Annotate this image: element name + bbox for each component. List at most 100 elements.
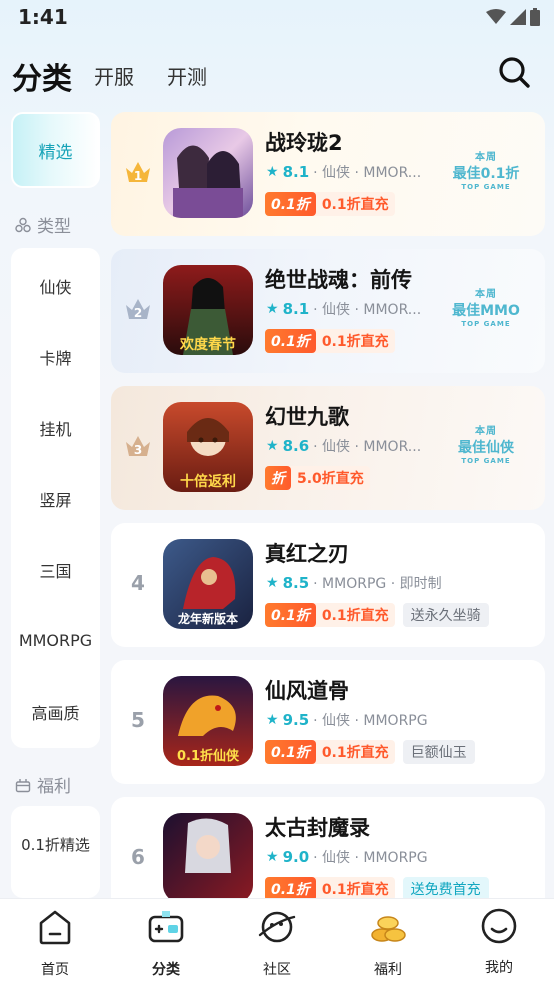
game-icon: 0.1折仙侠 xyxy=(163,676,253,766)
svg-text:0.1折仙侠: 0.1折仙侠 xyxy=(177,748,240,764)
game-card[interactable]: 4 龙年新版本 真红之刃 ★ 8.5 · MMORPG · 即时制 0.1折 0… xyxy=(111,523,545,647)
award-badge: 本周 最佳0.1折 TOP GAME xyxy=(439,148,533,192)
award-line1: 本周 xyxy=(475,426,497,437)
game-card[interactable]: 2 欢度春节 绝世战魂：前传 ★ 8.1 · 仙侠 · MMOR... 0.1折… xyxy=(111,249,545,373)
bonus-tag: 送免费首充 xyxy=(402,877,489,898)
sidebar-item-discount-picks[interactable]: 0.1折精选 xyxy=(11,806,100,882)
nav-profile[interactable]: 我的 xyxy=(464,907,534,977)
nav-community[interactable]: 社区 xyxy=(242,907,312,979)
bonus-tag: 送永久坐骑 xyxy=(402,603,489,627)
discount-badge: 0.1折 0.1折直充 xyxy=(265,329,395,353)
status-icons xyxy=(486,8,540,26)
award-line2: 最佳仙侠 xyxy=(458,440,514,456)
status-time: 1:41 xyxy=(18,5,68,29)
tab-server-open[interactable]: 开服 xyxy=(94,61,134,90)
game-tags: 折 5.0折直充 xyxy=(265,466,370,490)
game-tags: 0.1折 0.1折直充 巨额仙玉 xyxy=(265,740,475,764)
gift-icon xyxy=(15,778,31,792)
game-meta: ★ 8.6 · 仙侠 · MMOR... xyxy=(266,436,421,456)
award-line2: 最佳0.1折 xyxy=(452,166,520,182)
svg-text:1: 1 xyxy=(134,169,142,183)
game-tags-text: · 仙侠 · MMORPG xyxy=(313,850,428,866)
category-icon xyxy=(15,217,31,232)
star-icon: ★ xyxy=(266,849,279,865)
sidebar-item-mmorpg[interactable]: MMORPG xyxy=(11,605,100,676)
discount-text: 0.1折直充 xyxy=(321,608,389,624)
nav-home-label: 首页 xyxy=(41,962,69,978)
discount-badge: 折 5.0折直充 xyxy=(265,466,370,490)
svg-text:龙年新版本: 龙年新版本 xyxy=(178,611,238,626)
nav-welfare[interactable]: 福利 xyxy=(353,907,423,979)
rank-silver-icon: 2 xyxy=(126,299,150,320)
discount-text: 0.1折直充 xyxy=(321,197,389,213)
star-icon: ★ xyxy=(266,164,279,180)
discount-logo: 0.1折 xyxy=(265,603,316,627)
sidebar-item-idle[interactable]: 挂机 xyxy=(11,392,100,463)
game-card[interactable]: 1 战玲珑2 ★ 8.1 · 仙侠 · MMOR... 0.1折 0.1折直充 … xyxy=(111,112,545,236)
star-icon: ★ xyxy=(266,712,279,728)
game-icon xyxy=(163,813,253,898)
game-card[interactable]: 5 0.1折仙侠 仙风道骨 ★ 9.5 · 仙侠 · MMORPG 0.1折 0… xyxy=(111,660,545,784)
game-tags: 0.1折 0.1折直充 xyxy=(265,192,395,216)
game-score: 8.5 xyxy=(282,574,310,592)
discount-logo: 0.1折 xyxy=(265,329,316,353)
nav-community-label: 社区 xyxy=(263,962,291,978)
sidebar-item-featured[interactable]: 精选 xyxy=(11,112,100,188)
game-score: 8.1 xyxy=(282,300,310,318)
game-icon xyxy=(163,128,253,218)
nav-category[interactable]: 分类 xyxy=(131,907,201,979)
game-name: 仙风道骨 xyxy=(265,679,349,703)
wifi-icon xyxy=(486,9,506,24)
nav-home[interactable]: 首页 xyxy=(20,907,90,979)
award-line2: 最佳MMO xyxy=(452,303,520,319)
award-badge: 本周 最佳MMO TOP GAME xyxy=(439,285,533,329)
sidebar-heading-type: 类型 xyxy=(15,212,71,237)
top-tabs: 分类 开服 开测 xyxy=(0,48,554,100)
bottom-nav: 首页 分类 社区 福利 我的 xyxy=(0,898,554,984)
sidebar-item-hd[interactable]: 高画质 xyxy=(11,676,100,747)
rank-number: 6 xyxy=(131,845,145,869)
discount-logo: 0.1折 xyxy=(265,877,316,898)
bonus-tag: 巨额仙玉 xyxy=(402,740,475,764)
game-tags: 0.1折 0.1折直充 xyxy=(265,329,395,353)
game-icon: 欢度春节 xyxy=(163,265,253,355)
game-score: 8.6 xyxy=(282,437,310,455)
game-meta: ★ 8.1 · 仙侠 · MMOR... xyxy=(266,299,421,319)
nav-profile-label: 我的 xyxy=(485,960,513,976)
smile-icon xyxy=(481,908,517,944)
sidebar-heading-welfare: 福利 xyxy=(15,772,71,797)
discount-text: 0.1折直充 xyxy=(321,882,389,898)
sidebar-item-vertical[interactable]: 竖屏 xyxy=(11,463,100,534)
game-tags-text: · MMORPG · 即时制 xyxy=(313,576,442,592)
game-icon: 十倍返利 xyxy=(163,402,253,492)
discount-logo: 0.1折 xyxy=(265,192,316,216)
discount-logo: 0.1折 xyxy=(265,740,316,764)
nav-category-label: 分类 xyxy=(152,962,180,978)
game-card[interactable]: 3 十倍返利 幻世九歌 ★ 8.6 · 仙侠 · MMOR... 折 5.0折直… xyxy=(111,386,545,510)
planet-icon xyxy=(258,911,296,943)
star-icon: ★ xyxy=(266,438,279,454)
tab-test-open[interactable]: 开测 xyxy=(167,61,207,90)
game-tags: 0.1折 0.1折直充 送永久坐骑 xyxy=(265,603,489,627)
game-card[interactable]: 6 太古封魔录 ★ 9.0 · 仙侠 · MMORPG 0.1折 0.1折直充 … xyxy=(111,797,545,898)
game-name: 幻世九歌 xyxy=(265,405,349,429)
sidebar-welfare-list: 0.1折精选 xyxy=(11,806,100,898)
sidebar-item-three-kingdoms[interactable]: 三国 xyxy=(11,534,100,605)
sidebar-item-xianxia[interactable]: 仙侠 xyxy=(11,250,100,321)
discount-text: 0.1折直充 xyxy=(321,745,389,761)
coins-icon xyxy=(371,916,406,942)
game-meta: ★ 8.5 · MMORPG · 即时制 xyxy=(266,573,442,593)
svg-text:3: 3 xyxy=(134,443,142,457)
game-tags: 0.1折 0.1折直充 送免费首充 xyxy=(265,877,489,898)
nav-welfare-label: 福利 xyxy=(374,962,402,978)
discount-badge: 0.1折 0.1折直充 xyxy=(265,192,395,216)
award-line3: TOP GAME xyxy=(461,183,511,191)
game-name: 太古封魔录 xyxy=(265,816,370,840)
game-meta: ★ 9.0 · 仙侠 · MMORPG xyxy=(266,847,428,867)
tab-category[interactable]: 分类 xyxy=(12,54,72,98)
sidebar-item-card[interactable]: 卡牌 xyxy=(11,321,100,392)
game-score: 9.0 xyxy=(282,848,310,866)
game-tags-text: · 仙侠 · MMOR... xyxy=(313,165,422,181)
star-icon: ★ xyxy=(266,301,279,317)
search-icon[interactable] xyxy=(496,54,532,90)
